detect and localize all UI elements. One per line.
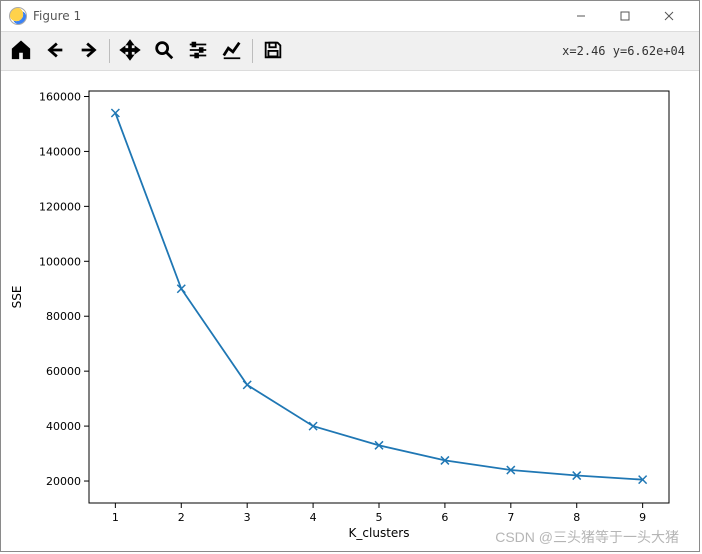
svg-text:80000: 80000	[46, 310, 81, 323]
svg-text:1: 1	[112, 511, 119, 524]
svg-text:160000: 160000	[39, 90, 81, 103]
home-icon	[10, 39, 32, 64]
svg-text:120000: 120000	[39, 200, 81, 213]
svg-text:3: 3	[244, 511, 251, 524]
move-icon	[119, 39, 141, 64]
svg-text:K_clusters: K_clusters	[349, 526, 410, 540]
save-button[interactable]	[259, 37, 287, 65]
arrow-right-icon	[78, 39, 100, 64]
magnify-icon	[153, 39, 175, 64]
close-button[interactable]	[647, 2, 691, 30]
save-icon	[262, 39, 284, 64]
svg-text:2: 2	[178, 511, 185, 524]
plot-area[interactable]: 1 2 3 4 5 6 7 8 9 20000 40000 60000 80000 100000 12000…	[1, 71, 699, 551]
arrow-left-icon	[44, 39, 66, 64]
svg-text:SSE: SSE	[10, 286, 24, 309]
svg-text:4: 4	[310, 511, 317, 524]
toolbar: x=2.46 y=6.62e+04	[1, 32, 699, 71]
home-button[interactable]	[7, 37, 35, 65]
svg-text:20000: 20000	[46, 475, 81, 488]
edit-button[interactable]	[218, 37, 246, 65]
maximize-button[interactable]	[603, 2, 647, 30]
figure-window: Figure 1	[0, 0, 700, 552]
pan-button[interactable]	[116, 37, 144, 65]
svg-text:6: 6	[441, 511, 448, 524]
app-icon	[9, 7, 27, 25]
forward-button[interactable]	[75, 37, 103, 65]
svg-text:8: 8	[573, 511, 580, 524]
svg-text:100000: 100000	[39, 255, 81, 268]
configure-button[interactable]	[184, 37, 212, 65]
titlebar: Figure 1	[1, 1, 699, 32]
svg-text:9: 9	[639, 511, 646, 524]
chart-line-icon	[221, 39, 243, 64]
zoom-button[interactable]	[150, 37, 178, 65]
svg-text:40000: 40000	[46, 420, 81, 433]
svg-text:140000: 140000	[39, 145, 81, 158]
window-title: Figure 1	[33, 9, 81, 23]
svg-text:5: 5	[376, 511, 383, 524]
svg-text:60000: 60000	[46, 365, 81, 378]
minimize-button[interactable]	[559, 2, 603, 30]
sliders-icon	[187, 39, 209, 64]
toolbar-divider	[252, 39, 253, 63]
back-button[interactable]	[41, 37, 69, 65]
toolbar-divider	[109, 39, 110, 63]
cursor-coords: x=2.46 y=6.62e+04	[562, 44, 693, 58]
chart-svg: 1 2 3 4 5 6 7 8 9 20000 40000 60000 80000 100000 12000…	[1, 71, 699, 551]
svg-text:7: 7	[507, 511, 514, 524]
